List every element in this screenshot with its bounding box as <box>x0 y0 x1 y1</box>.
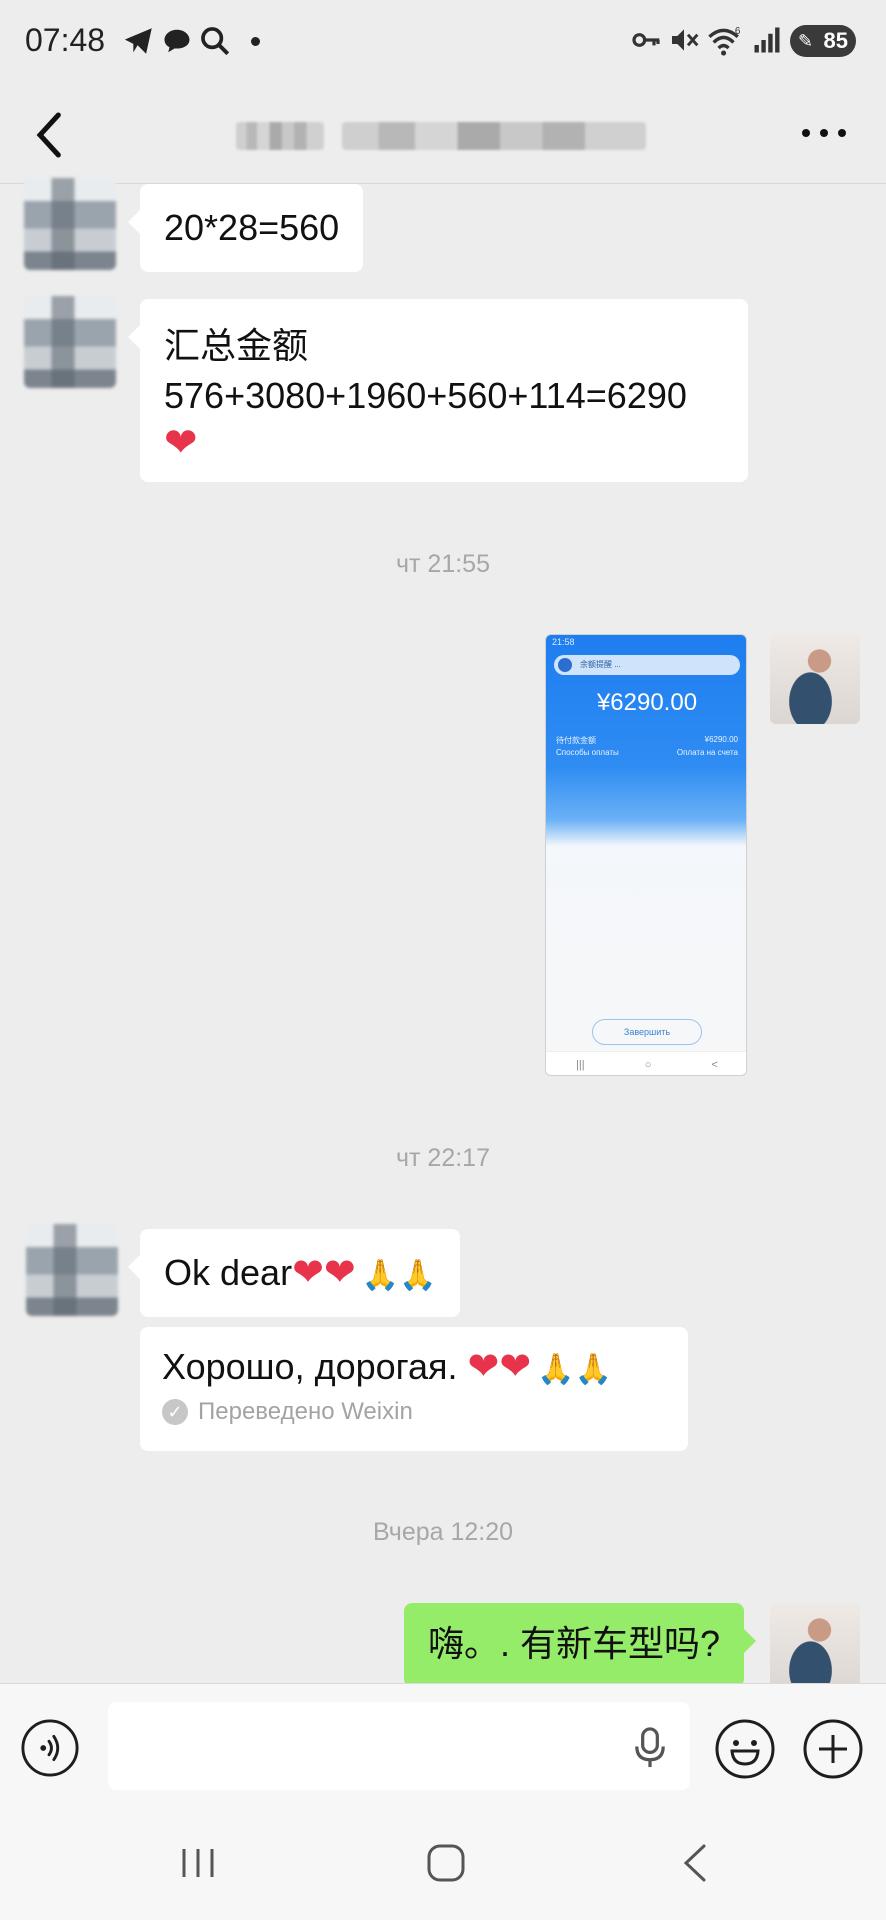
status-time: 07:48 <box>25 22 106 58</box>
title-redacted-2 <box>342 122 646 150</box>
translation-meta: ✓ Переведено Weixin <box>162 1398 666 1426</box>
message-bubble[interactable]: Ok dear❤❤ 🙏🙏 <box>127 1229 461 1317</box>
avatar[interactable] <box>24 178 116 270</box>
chat-icon <box>164 29 190 53</box>
translation-text-line: Хорошо, дорогая. ❤❤ 🙏🙏 <box>162 1343 666 1394</box>
avatar[interactable] <box>770 634 860 724</box>
leaf-icon: ✎ <box>798 31 814 51</box>
status-bar: 07:48 6 ✎ 85 <box>0 0 886 84</box>
translation-text: Хорошо, дорогая. <box>162 1346 468 1387</box>
image-message[interactable]: 21:58 余额提醒 ... ¥6290.00 待付款金额 ¥6290.00 С… <box>545 634 747 1076</box>
translation-source: Переведено Weixin <box>198 1398 413 1425</box>
timestamp: Вчера 12:20 <box>372 1518 514 1546</box>
screenshot-navbar: ||| ○ < <box>546 1051 746 1075</box>
heart-emoji: ❤❤ <box>292 1252 356 1294</box>
microphone-icon[interactable] <box>632 1726 668 1770</box>
screenshot-row: Способы оплаты Оплата на счета <box>556 748 738 757</box>
wifi-icon: 6 <box>708 26 741 56</box>
recent-apps-icon: ||| <box>576 1058 585 1071</box>
check-icon: ✓ <box>162 1399 188 1425</box>
back-icon: < <box>711 1058 718 1071</box>
svg-text:6: 6 <box>735 26 741 37</box>
screenshot-row: 待付款金额 ¥6290.00 <box>556 735 738 746</box>
banner-text: 余额提醒 ... <box>580 660 621 669</box>
system-nav-bar <box>0 1813 886 1920</box>
back-icon[interactable] <box>676 1841 716 1885</box>
more-dots-icon[interactable] <box>796 118 852 148</box>
avatar[interactable] <box>24 296 116 388</box>
recent-apps-icon[interactable] <box>176 1843 220 1883</box>
message-text: 嗨。. 有新车型吗? <box>428 1623 721 1664</box>
row-value: ¥6290.00 <box>704 735 738 744</box>
home-icon[interactable] <box>424 1841 468 1885</box>
search-icon <box>201 27 230 56</box>
key-icon <box>632 33 660 47</box>
heart-emoji: ❤❤ <box>467 1346 532 1388</box>
banner-icon <box>558 658 572 672</box>
message-text: Ok dear <box>164 1252 293 1293</box>
row-value: Оплата на счета <box>676 748 738 757</box>
message-line: 576+3080+1960+560+114=6290 <box>164 375 687 416</box>
screenshot-amount: ¥6290.00 <box>596 689 698 716</box>
plus-icon[interactable] <box>802 1718 864 1780</box>
timestamp: чт 22:17 <box>396 1144 490 1172</box>
message-input[interactable] <box>108 1702 690 1790</box>
telegram-icon <box>124 28 152 54</box>
translation-box[interactable]: Хорошо, дорогая. ❤❤ 🙏🙏 ✓ Переведено Weixi… <box>140 1327 688 1451</box>
title-redacted-1 <box>236 122 324 150</box>
battery-level: 85 <box>823 28 848 53</box>
dot-icon <box>251 37 260 46</box>
home-icon: ○ <box>644 1058 652 1071</box>
message-bubble[interactable]: 汇总金额 576+3080+1960+560+114=6290 ❤ <box>128 299 748 482</box>
message-bubble[interactable]: 嗨。. 有新车型吗? <box>404 1603 757 1687</box>
avatar[interactable] <box>26 1224 118 1316</box>
chat-header <box>0 84 886 184</box>
signal-icon <box>754 27 780 53</box>
message-text: 20*28=560 <box>164 207 340 248</box>
row-label: Способы оплаты <box>556 748 619 757</box>
smiley-icon[interactable] <box>714 1718 776 1780</box>
avatar[interactable] <box>770 1603 860 1693</box>
chevron-left-icon[interactable] <box>28 110 72 160</box>
pray-emoji: 🙏🙏 <box>537 1353 612 1386</box>
pray-emoji: 🙏🙏 <box>361 1259 437 1292</box>
screenshot-banner: 余额提醒 ... <box>554 655 740 675</box>
message-bubble[interactable]: 20*28=560 <box>127 184 364 272</box>
heart-emoji: ❤ <box>164 421 198 465</box>
battery-icon: ✎ 85 <box>790 25 856 57</box>
row-label: 待付款金额 <box>556 736 596 745</box>
screenshot-finish-button: Завершить <box>592 1019 702 1045</box>
input-bar <box>0 1683 886 1813</box>
voice-icon[interactable] <box>20 1718 80 1778</box>
message-line: 汇总金额 <box>164 325 309 366</box>
mute-icon <box>672 29 699 51</box>
screenshot-status: 21:58 <box>552 637 575 647</box>
timestamp: чт 21:55 <box>396 550 490 578</box>
